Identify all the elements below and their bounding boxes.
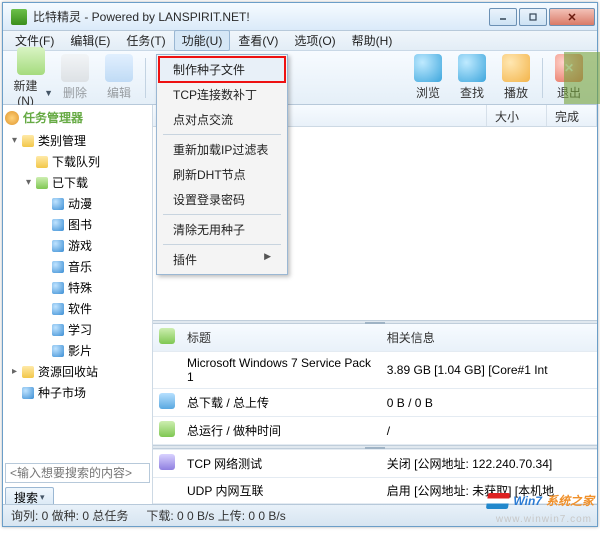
minimize-button[interactable]: [489, 8, 517, 26]
col-done[interactable]: 完成量: [547, 105, 597, 126]
status-seg-2: 下载: 0 0 B/s 上传: 0 0 B/s: [146, 507, 285, 524]
dot-icon: [52, 198, 64, 210]
folder-icon: [36, 156, 48, 168]
titlebar[interactable]: 比特精灵 - Powered by LANSPIRIT.NET!: [3, 3, 597, 31]
app-window: 比特精灵 - Powered by LANSPIRIT.NET! 文件(F) 编…: [2, 2, 598, 527]
status-seg-1: 询列: 0 做种: 0 总任务: [11, 507, 128, 524]
play-icon: [502, 54, 530, 82]
dot-icon: [52, 219, 64, 231]
maximize-button[interactable]: [519, 8, 547, 26]
splitter-2[interactable]: [153, 445, 597, 449]
dot-icon: [52, 324, 64, 336]
menu-edit[interactable]: 编辑(E): [62, 30, 118, 51]
stats-icon: [159, 393, 175, 409]
market-icon: [22, 387, 34, 399]
recycle-icon: [22, 366, 34, 378]
menu-task[interactable]: 任务(T): [118, 30, 173, 51]
tree-node-category[interactable]: ▾类别管理: [5, 130, 150, 151]
dot-icon: [52, 261, 64, 273]
menu-help[interactable]: 帮助(H): [344, 30, 401, 51]
menu-item-tcp-patch[interactable]: TCP连接数补丁: [159, 82, 285, 107]
watermark-url: www.winwin7.com: [496, 514, 592, 525]
menu-view[interactable]: 查看(V): [230, 30, 286, 51]
tree-node-anime[interactable]: ·动漫: [5, 193, 150, 214]
tree-panel: 任务管理器 ▾类别管理 ·下载队列 ▾已下载 ·动漫 ·图书 ·游戏 ·音乐 ·…: [3, 105, 153, 504]
toolbar-new[interactable]: 新建(N)▼: [9, 47, 53, 108]
tree-header: 任务管理器: [5, 109, 150, 126]
search-input[interactable]: [5, 463, 150, 483]
tree-node-download-queue[interactable]: ·下载队列: [5, 151, 150, 172]
menu-item-p2p-chat[interactable]: 点对点交流: [159, 107, 285, 132]
menubar: 文件(F) 编辑(E) 任务(T) 功能(U) 查看(V) 选项(O) 帮助(H…: [3, 31, 597, 51]
menu-file[interactable]: 文件(F): [7, 30, 62, 51]
dot-icon: [52, 240, 64, 252]
menu-tools[interactable]: 功能(U): [174, 30, 231, 51]
tree-node-movie[interactable]: ·影片: [5, 340, 150, 361]
info-panel: 标题 相关信息 Microsoft Windows 7 Service Pack…: [153, 324, 597, 504]
clock-icon: [159, 421, 175, 437]
tree-node-recycle[interactable]: ▸资源回收站: [5, 361, 150, 382]
search-panel: 搜索▾: [5, 463, 150, 504]
folder-done-icon: [36, 177, 48, 189]
toolbar: 新建(N)▼ 删除 编辑 浏览 查找 播放 ✕退出: [3, 51, 597, 105]
dot-icon: [52, 282, 64, 294]
app-icon: [11, 9, 27, 25]
dot-icon: [52, 345, 64, 357]
tree-node-market[interactable]: ·种子市场: [5, 382, 150, 403]
gear-icon: [5, 111, 19, 125]
globe-icon: [414, 54, 442, 82]
toolbar-play[interactable]: 播放: [494, 54, 538, 101]
info-row-tcp: TCP 网络测试 关闭 [公网地址: 122.240.70.34]: [153, 450, 597, 478]
info-row-title: Microsoft Windows 7 Service Pack 1 3.89 …: [153, 352, 597, 389]
flag-icon: [486, 493, 510, 509]
menu-item-reload-ipfilter[interactable]: 重新加载IP过滤表: [159, 137, 285, 162]
tree-node-game[interactable]: ·游戏: [5, 235, 150, 256]
search-icon: [458, 54, 486, 82]
new-icon: [17, 47, 45, 75]
toolbar-edit[interactable]: 编辑: [97, 54, 141, 101]
tree-node-music[interactable]: ·音乐: [5, 256, 150, 277]
search-button[interactable]: 搜索▾: [5, 487, 54, 504]
info-header-row: 标题 相关信息: [153, 324, 597, 352]
delete-icon: [61, 54, 89, 82]
tree-node-soft[interactable]: ·软件: [5, 298, 150, 319]
info-icon: [159, 328, 175, 344]
window-title: 比特精灵 - Powered by LANSPIRIT.NET!: [33, 8, 487, 25]
toolbar-delete[interactable]: 删除: [53, 54, 97, 101]
menu-options[interactable]: 选项(O): [286, 30, 343, 51]
tree-node-special[interactable]: ·特殊: [5, 277, 150, 298]
tree-node-learn[interactable]: ·学习: [5, 319, 150, 340]
col-size[interactable]: 大小: [487, 105, 547, 126]
menu-item-create-torrent[interactable]: 制作种子文件: [159, 57, 285, 82]
menu-item-set-password[interactable]: 设置登录密码: [159, 187, 285, 212]
menu-item-refresh-dht[interactable]: 刷新DHT节点: [159, 162, 285, 187]
info-row-dlul: 总下载 / 总上传 0 B / 0 B: [153, 389, 597, 417]
network-icon: [159, 454, 175, 470]
folder-icon: [22, 135, 34, 147]
close-button[interactable]: [549, 8, 595, 26]
toolbar-browse[interactable]: 浏览: [406, 54, 450, 101]
edit-icon: [105, 54, 133, 82]
toolbar-find[interactable]: 查找: [450, 54, 494, 101]
info-row-runtime: 总运行 / 做种时间 /: [153, 417, 597, 445]
menu-item-plugins[interactable]: 插件: [159, 247, 285, 272]
brand-logo: [564, 52, 600, 104]
menu-item-clear-seeds[interactable]: 清除无用种子: [159, 217, 285, 242]
tree-node-downloaded[interactable]: ▾已下载: [5, 172, 150, 193]
watermark: Win7系统之家: [487, 492, 594, 509]
tools-dropdown: 制作种子文件 TCP连接数补丁 点对点交流 重新加载IP过滤表 刷新DHT节点 …: [156, 54, 288, 275]
dot-icon: [52, 303, 64, 315]
tree-node-book[interactable]: ·图书: [5, 214, 150, 235]
